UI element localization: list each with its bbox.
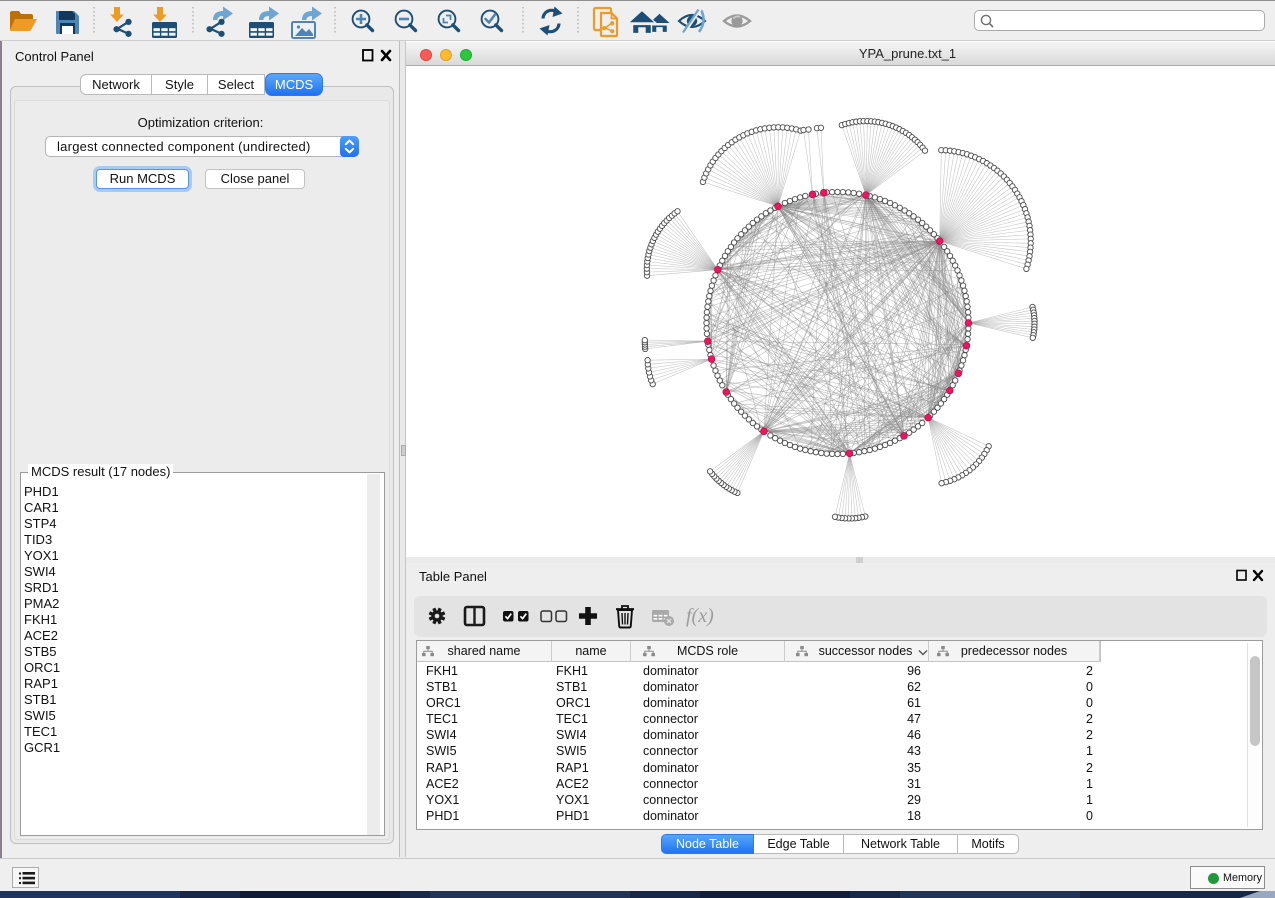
- svg-text:f(x): f(x): [686, 605, 714, 627]
